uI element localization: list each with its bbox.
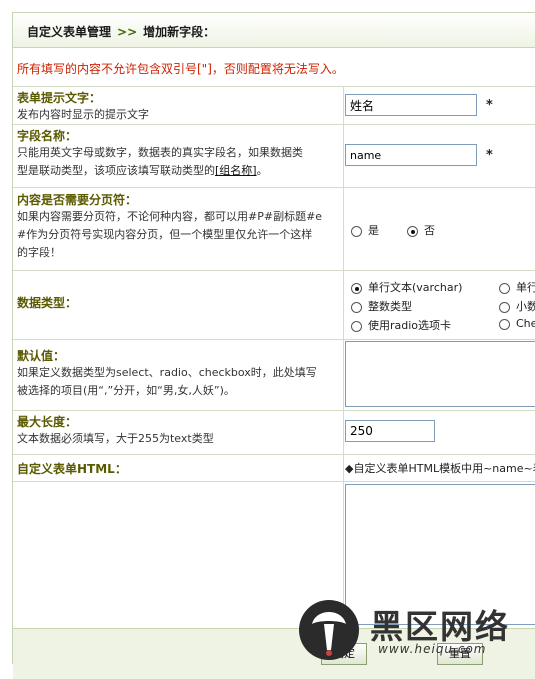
field-name-input[interactable] [345,144,477,166]
radio-no[interactable] [407,225,418,237]
field-name-title: 字段名称： [17,129,78,143]
default-value-desc-1: 如果定义数据类型为select、radio、checkbox时，此处填写 [17,366,317,379]
field-name-desc-1: 只能用英文字母或数字，数据表的真实字段名，如果数据类 [17,146,303,159]
watermark-url: www.heiqu.com [378,642,487,656]
prompt-text-desc: 发布内容时显示的提示文字 [17,108,149,121]
form-panel: 自定义表单管理 >> 增加新字段： 所有填写的内容不允许包含双引号["]，否则配置将… [12,12,535,679]
page-header: 自定义表单管理 >> 增加新字段： [13,13,535,48]
row-custom-html: 自定义表单HTML： ◆自定义表单HTML模板中用~name~表 [13,454,535,482]
paging-desc-2: #作为分页符号实现内容分页，但一个模型里仅允许一个这样 [17,228,313,241]
radio-single[interactable] [499,282,510,294]
breadcrumb: 自定义表单管理 >> 增加新字段： [27,23,215,40]
watermark: 黑区网络 www.heiqu.com [290,598,535,665]
max-length-title: 最大长度： [17,415,78,429]
watermark-text: 黑区网络 [370,607,510,646]
field-name-desc-end: 。 [256,164,268,177]
field-name-desc-2: 型是联动类型，该项应该填写联动类型的 [17,164,215,177]
radio-decimal[interactable] [499,301,510,313]
warning-text: 所有填写的内容不允许包含双引号["]，否则配置将无法写入。 [17,62,344,76]
prompt-text-input[interactable] [345,94,477,116]
default-value-title: 默认值： [17,349,66,363]
datatype-option-checkbox[interactable]: Chec [499,317,535,330]
max-length-desc: 文本数据必须填写，大于255为text类型 [17,432,214,445]
radio-checkbox[interactable] [499,318,510,330]
required-mark: * [486,148,493,163]
row-default-value: 默认值： 如果定义数据类型为select、radio、checkbox时，此处填… [13,339,535,411]
datatype-option-radio[interactable]: 使用radio选项卡 [351,317,451,333]
max-length-input[interactable] [345,420,435,442]
row-paging: 内容是否需要分页符： 如果内容需要分页符，不论何种内容，都可以用#P#副标题#e… [13,187,535,271]
group-name-link[interactable]: [组名称] [215,164,257,177]
watermark-logo-icon [299,600,359,660]
custom-html-title: 自定义表单HTML： [17,462,127,476]
paging-option-yes[interactable]: 是 [351,222,379,238]
row-field-name: 字段名称： 只能用英文字母或数字，数据表的真实字段名，如果数据类 型是联动类型，… [13,124,535,188]
datatype-option-single[interactable]: 单行 [499,279,535,295]
radio-yes[interactable] [351,225,362,237]
breadcrumb-separator: >> [117,25,138,39]
radio-int[interactable] [351,301,362,313]
default-value-textarea[interactable] [345,341,535,407]
custom-html-hint: ◆自定义表单HTML模板中用~name~表 [345,462,535,475]
radio-varchar[interactable] [351,282,362,294]
radio-radio[interactable] [351,320,362,332]
breadcrumb-form-manage[interactable]: 自定义表单管理 [27,25,111,39]
data-type-title: 数据类型： [17,296,78,310]
datatype-option-decimal[interactable]: 小数 [499,298,535,314]
row-max-length: 最大长度： 文本数据必须填写，大于255为text类型 [13,410,535,455]
paging-option-no[interactable]: 否 [407,222,435,238]
datatype-option-varchar[interactable]: 单行文本(varchar) [351,279,462,295]
warning-row: 所有填写的内容不允许包含双引号["]，否则配置将无法写入。 [13,48,535,87]
paging-title: 内容是否需要分页符： [17,193,138,207]
datatype-option-int[interactable]: 整数类型 [351,298,412,314]
prompt-text-title: 表单提示文字： [17,91,102,105]
required-mark: * [486,98,493,113]
breadcrumb-add-field: 增加新字段： [143,25,216,39]
default-value-desc-2: 被选择的项目(用“,”分开，如“男,女,人妖”)。 [17,384,235,397]
row-prompt-text: 表单提示文字： 发布内容时显示的提示文字 * [13,86,535,125]
paging-desc-1: 如果内容需要分页符，不论何种内容，都可以用#P#副标题#e [17,210,323,223]
row-data-type: 数据类型： 单行文本(varchar) 单行 整数类型 小数 使用radio选项… [13,270,535,340]
paging-desc-3: 的字段！ [17,246,61,259]
